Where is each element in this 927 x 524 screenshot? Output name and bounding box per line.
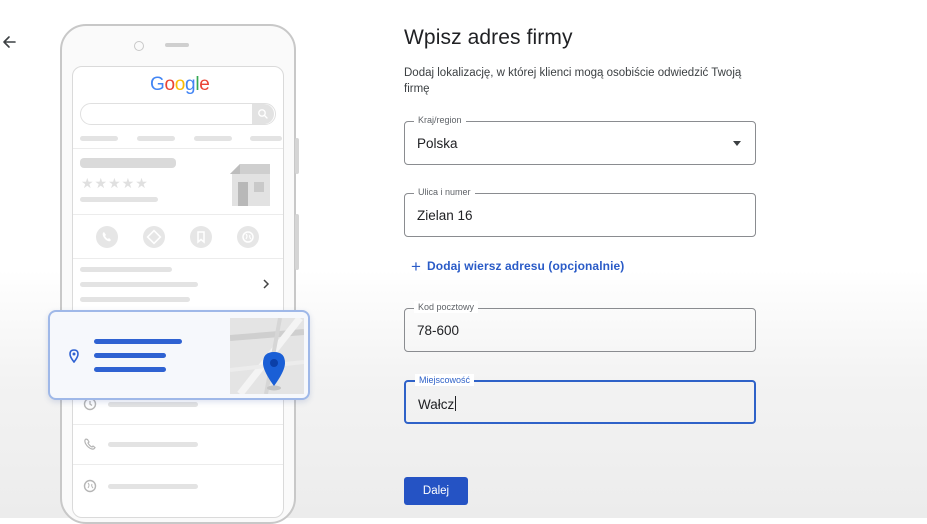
- text-cursor: [455, 396, 457, 411]
- mock-info-line: [80, 297, 190, 302]
- plus-icon: +: [411, 257, 422, 276]
- page-title: Wpisz adres firmy: [404, 26, 573, 49]
- country-label: Kraj/region: [414, 114, 466, 126]
- mock-divider: [73, 424, 283, 425]
- street-field[interactable]: Ulica i numer Zielan 16: [404, 186, 756, 237]
- address-line-bar: [94, 353, 166, 358]
- address-line-bar: [94, 339, 182, 344]
- postal-code-value: 78-600: [417, 323, 460, 338]
- country-select[interactable]: Kraj/region Polska: [404, 114, 756, 165]
- city-value-wrap: Wałcz: [418, 396, 457, 412]
- phone-icon: [84, 438, 96, 450]
- google-logo-letter: o: [174, 74, 186, 95]
- mock-divider: [73, 258, 283, 259]
- mock-divider: [73, 214, 283, 215]
- postal-code-field[interactable]: Kod pocztowy 78-600: [404, 301, 756, 352]
- bookmark-icon: [197, 231, 205, 244]
- mock-tab: [250, 136, 282, 141]
- website-action-icon: [237, 226, 259, 248]
- mock-business-name: [80, 158, 176, 168]
- google-logo-letter: g: [185, 74, 196, 95]
- directions-icon: [146, 229, 162, 245]
- globe-icon: [83, 479, 97, 493]
- phone-camera: [134, 41, 144, 51]
- next-button[interactable]: Dalej: [404, 477, 468, 505]
- add-address-line-button[interactable]: + Dodaj wiersz adresu (opcjonalnie): [411, 257, 624, 277]
- address-line-bar: [94, 367, 166, 372]
- mock-tab: [194, 136, 232, 141]
- mock-search-bar: [80, 103, 276, 125]
- back-arrow-icon[interactable]: [0, 31, 22, 53]
- city-value: Wałcz: [418, 397, 455, 412]
- globe-icon: [242, 231, 254, 243]
- phone-screen: [72, 66, 284, 518]
- mock-info-line: [108, 402, 198, 407]
- phone-side-button: [295, 214, 299, 270]
- mock-search-button: [252, 104, 274, 124]
- phone-speaker: [165, 43, 189, 47]
- phone-side-button: [295, 138, 299, 174]
- google-logo-letter: G: [150, 74, 165, 95]
- mock-info-line: [80, 267, 172, 272]
- mock-tab: [80, 136, 118, 141]
- google-logo-letter: e: [199, 74, 210, 95]
- mock-divider: [73, 464, 283, 465]
- map-location-card: [48, 310, 310, 400]
- street-value: Zielan 16: [417, 208, 473, 223]
- store-icon: [230, 164, 270, 206]
- call-action-icon: [96, 226, 118, 248]
- mock-info-line: [80, 282, 198, 287]
- street-label: Ulica i numer: [414, 186, 475, 198]
- google-logo: Google: [150, 74, 210, 96]
- city-label: Miejscowość: [415, 374, 475, 386]
- mock-tab: [137, 136, 175, 141]
- city-field[interactable]: Miejscowość Wałcz: [404, 374, 756, 424]
- directions-action-icon: [143, 226, 165, 248]
- page-subtitle: Dodaj lokalizację, w której klienci mogą…: [404, 67, 742, 95]
- phone-icon: [102, 232, 111, 242]
- mock-info-line: [108, 442, 198, 447]
- save-action-icon: [190, 226, 212, 248]
- postal-code-label: Kod pocztowy: [414, 301, 479, 313]
- mock-info-line: [108, 484, 198, 489]
- add-address-line-label: Dodaj wiersz adresu (opcjonalnie): [427, 259, 625, 273]
- map-thumbnail: [230, 318, 304, 394]
- search-icon: [258, 109, 268, 119]
- mock-business-info: [80, 197, 158, 202]
- dropdown-arrow-icon: [733, 141, 741, 146]
- google-logo-letter: o: [164, 74, 175, 95]
- mock-divider: [73, 148, 283, 149]
- mock-star-rating: ★★★★★: [81, 175, 149, 191]
- country-value: Polska: [417, 136, 458, 151]
- location-pin-icon: [69, 349, 79, 363]
- chevron-right-icon: [263, 279, 270, 289]
